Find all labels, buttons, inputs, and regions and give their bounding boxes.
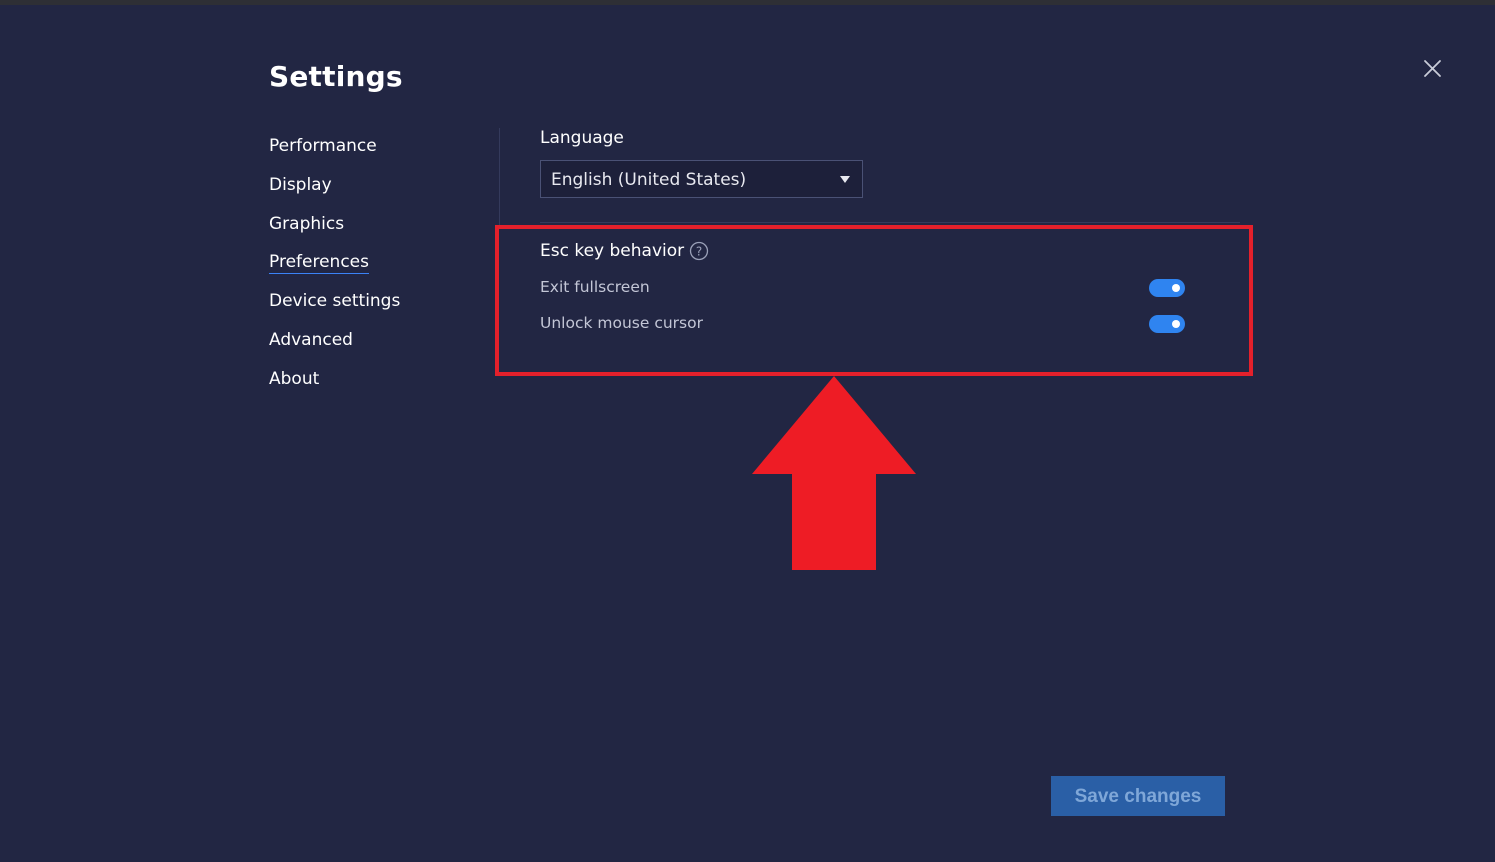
annotation-highlight-box [495,225,1253,376]
sidebar-item-label: Performance [269,136,377,156]
section-divider [540,222,1240,223]
sidebar-divider [499,128,500,228]
page-title: Settings [269,60,403,93]
sidebar-item-label: Advanced [269,329,353,350]
window-top-border [0,0,1495,5]
close-button[interactable] [1418,54,1448,84]
sidebar-item-label: Preferences [269,252,369,275]
chevron-down-icon [840,176,850,183]
sidebar-item-label: Device settings [269,291,401,312]
sidebar-item-about[interactable]: About [269,363,469,402]
up-arrow-icon [752,376,916,570]
sidebar-item-graphics[interactable]: Graphics [269,208,469,247]
language-label: Language [540,128,624,148]
settings-sidebar: Performance Display Graphics Preferences… [269,130,469,402]
sidebar-item-label: About [269,368,320,389]
sidebar-item-display[interactable]: Display [269,169,469,208]
sidebar-item-advanced[interactable]: Advanced [269,324,469,363]
sidebar-item-label: Display [269,174,332,195]
language-select-value: English (United States) [551,170,747,190]
language-select[interactable]: English (United States) [540,160,863,198]
save-changes-button[interactable]: Save changes [1051,776,1225,816]
sidebar-item-device-settings[interactable]: Device settings [269,285,469,324]
sidebar-item-label: Graphics [269,213,345,234]
close-icon [1424,60,1441,77]
sidebar-item-preferences[interactable]: Preferences [269,246,469,285]
sidebar-item-performance[interactable]: Performance [269,130,469,169]
